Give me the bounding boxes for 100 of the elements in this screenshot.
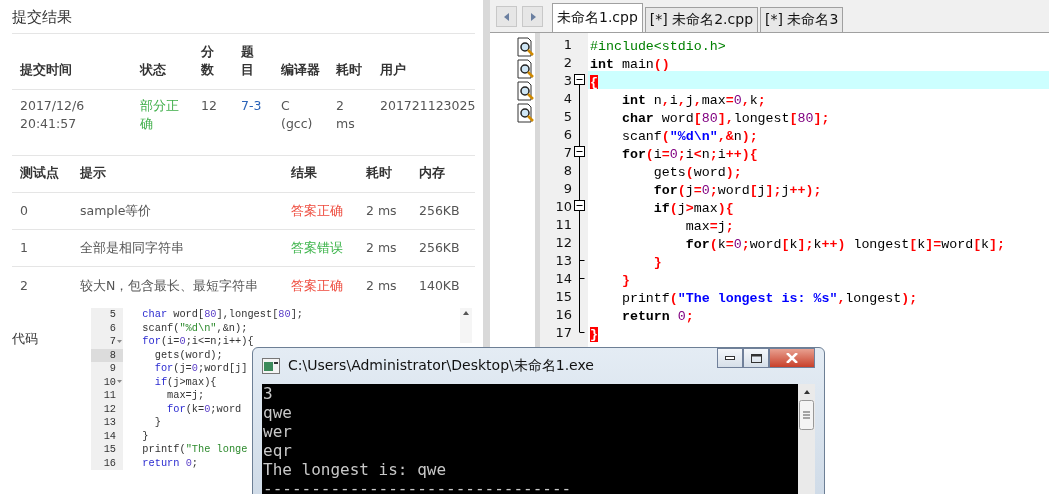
line-number: 14	[555, 270, 572, 286]
line-number: 9	[563, 180, 572, 196]
left-arrow-icon	[503, 12, 510, 21]
column-header: 提交时间	[20, 61, 72, 79]
line-number: 1	[563, 36, 572, 52]
table-cell: 全部是相同字符串	[80, 239, 184, 257]
maximize-icon	[750, 353, 762, 363]
scroll-right-button[interactable]	[522, 6, 543, 27]
line-number: 12	[103, 402, 116, 416]
code-line: }	[620, 273, 630, 288]
table-cell: 256KB	[419, 202, 460, 220]
line-number: 5	[563, 108, 572, 124]
code-line: }	[141, 429, 149, 443]
line-number: 15	[103, 443, 116, 457]
code-line: char word[80],longest[80];	[620, 111, 830, 126]
result-text: 答案正确	[291, 276, 343, 295]
table-cell: 201721123025	[380, 97, 476, 115]
maximize-button[interactable]	[743, 348, 769, 368]
column-header: 结果	[291, 164, 317, 182]
code-line: #include<stdio.h>	[590, 39, 726, 54]
line-number: 7	[109, 335, 116, 349]
document-search-icon[interactable]	[515, 103, 535, 123]
line-number: 8	[563, 162, 572, 178]
table-cell: 12	[201, 97, 217, 115]
line-number: 6	[109, 321, 116, 335]
code-line: for(k=0;word[k];k++) longest[k]=word[k];	[684, 237, 1006, 252]
result-text: 答案正确	[291, 202, 343, 220]
table-cell: 2	[20, 276, 28, 295]
code-line: for(i=0;i<n;i++){	[620, 147, 758, 162]
file-tab[interactable]: [*] 未命名3	[760, 7, 844, 32]
line-number: 9	[109, 362, 116, 376]
code-line: max=j;	[684, 219, 734, 234]
column-header: 状态	[140, 61, 166, 79]
document-search-icon[interactable]	[515, 37, 535, 57]
console-app-icon	[262, 358, 280, 374]
line-number: 3	[563, 72, 572, 88]
code-line: if(j>max){	[153, 375, 217, 389]
line-number: 8	[109, 348, 116, 362]
code-line: scanf("%d\n",&n);	[141, 321, 248, 335]
code-line: gets(word);	[652, 165, 742, 180]
table-cell: 2 ms	[366, 276, 397, 295]
table-cell-text: C (gcc)	[281, 97, 314, 133]
scrollbar[interactable]	[798, 384, 815, 494]
panel-title: 提交结果	[12, 0, 475, 34]
document-search-icon[interactable]	[515, 59, 535, 79]
code-line: }	[153, 416, 161, 430]
file-tab[interactable]: [*] 未命名2.cpp	[644, 7, 759, 32]
column-header: 题目	[241, 43, 254, 79]
code-line: max=j;	[166, 389, 205, 403]
window-title: C:\Users\Administrator\Desktop\未命名1.exe	[288, 357, 595, 375]
code-line: if(j>max){	[652, 201, 734, 216]
caret-icon[interactable]	[117, 380, 122, 385]
minimize-button[interactable]	[717, 348, 743, 368]
line-number: 13	[103, 416, 116, 430]
table-cell: 较大N，包含最长、最短字符串	[80, 276, 259, 295]
console-output-line: wer	[263, 422, 293, 441]
caret-icon[interactable]	[117, 339, 122, 344]
table-cell: 256KB	[419, 239, 460, 257]
line-number: 16	[555, 306, 572, 322]
table-cell: 1	[20, 239, 28, 257]
code-line: return 0;	[141, 456, 198, 470]
column-header: 分数	[201, 43, 214, 79]
console-output-line: qwe	[263, 403, 293, 422]
code-line: char word[80],longest[80];	[141, 308, 304, 322]
file-tab[interactable]: 未命名1.cpp	[552, 3, 643, 32]
code-line: printf("The longe	[141, 443, 248, 457]
code-line: return 0;	[620, 309, 694, 324]
column-header: 编译器	[281, 61, 320, 79]
table-cell: 2 ms	[336, 97, 356, 133]
code-line: int main()	[590, 57, 670, 72]
line-number: 16	[103, 456, 116, 470]
close-icon	[786, 353, 798, 363]
problem-link[interactable]: 7-3	[241, 97, 262, 115]
line-number: 11	[103, 389, 116, 403]
line-number: 7	[563, 144, 572, 160]
column-header: 测试点	[20, 164, 59, 182]
column-header: 内存	[419, 164, 445, 182]
document-search-icon[interactable]	[515, 81, 535, 101]
code-line: }	[652, 255, 662, 270]
code-line: for(j=0;word[j];j++);	[652, 183, 822, 198]
code-line: for(j=0;word[j]	[153, 362, 248, 376]
scroll-left-button[interactable]	[496, 6, 517, 27]
close-button[interactable]	[769, 348, 815, 368]
right-arrow-icon	[529, 12, 536, 21]
console-output-line: eqr	[263, 441, 293, 460]
scrollbar[interactable]	[460, 308, 472, 343]
console-output-line: 3	[263, 384, 274, 403]
code-line: for(i=0;i<=n;i++){	[141, 335, 254, 349]
scroll-thumb[interactable]	[799, 400, 814, 430]
table-cell: 2 ms	[366, 202, 397, 220]
line-number: 13	[555, 252, 572, 268]
table-cell-text: 2017/12/6 20:41:57	[20, 97, 86, 133]
line-number: 12	[555, 234, 572, 250]
column-header: 耗时	[366, 164, 392, 182]
code-label: 代码	[12, 330, 39, 348]
minimize-icon	[725, 356, 735, 360]
table-cell: sample等价	[80, 202, 152, 220]
line-number: 2	[563, 54, 572, 70]
column-header: 提示	[80, 164, 106, 182]
code-line: int n,i,j,max=0,k;	[620, 93, 766, 108]
